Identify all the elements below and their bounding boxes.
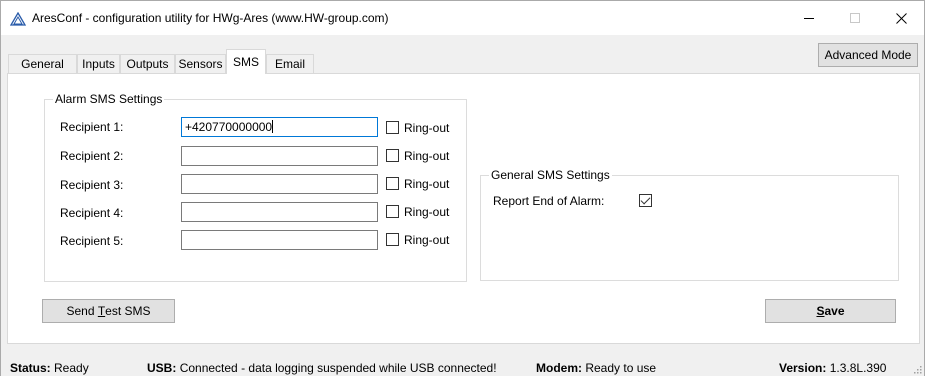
recipient-5-label: Recipient 5:: [60, 234, 124, 248]
text-caret: [272, 120, 274, 133]
maximize-button[interactable]: [832, 1, 878, 35]
recipient-4-input[interactable]: [181, 202, 378, 222]
send-test-mnemonic: T: [97, 304, 106, 318]
recipient-5-input[interactable]: [181, 230, 378, 250]
recipient-2-label: Recipient 2:: [60, 149, 124, 163]
usb-key: USB:: [147, 361, 177, 375]
version-key: Version:: [779, 361, 827, 375]
hw-group-logo-icon: [10, 12, 26, 26]
version-field: Version: 1.3.8L.390: [779, 361, 886, 375]
recipient-1-ringout-checkbox[interactable]: [386, 121, 399, 134]
report-end-of-alarm-label: Report End of Alarm:: [493, 194, 605, 208]
send-test-suffix: est SMS: [105, 304, 151, 318]
minimize-button[interactable]: [786, 1, 832, 35]
save-mnemonic: S: [816, 304, 825, 318]
recipient-1-ringout-label[interactable]: Ring-out: [404, 121, 449, 135]
recipient-4-label: Recipient 4:: [60, 206, 124, 220]
recipient-5-ringout-label[interactable]: Ring-out: [404, 233, 449, 247]
status-bar: Status: Ready USB: Connected - data logg…: [1, 358, 924, 376]
usb-value: Connected - data logging suspended while…: [179, 361, 497, 375]
title-bar: AresConf - configuration utility for HWg…: [1, 1, 924, 35]
report-end-of-alarm-checkbox[interactable]: [639, 194, 652, 207]
close-icon: [895, 12, 907, 24]
recipient-1-label: Recipient 1:: [60, 120, 124, 134]
status-key: Status:: [10, 361, 51, 375]
tab-outputs[interactable]: Outputs: [120, 54, 175, 73]
recipient-3-input[interactable]: [181, 174, 378, 194]
recipient-2-input[interactable]: [181, 146, 378, 166]
advanced-mode-button[interactable]: Advanced Mode: [818, 43, 918, 67]
recipient-3-label: Recipient 3:: [60, 178, 124, 192]
recipient-3-ringout-label[interactable]: Ring-out: [404, 177, 449, 191]
recipient-2-ringout-label[interactable]: Ring-out: [404, 149, 449, 163]
status-value: Ready: [54, 361, 89, 375]
modem-field: Modem: Ready to use: [536, 361, 656, 375]
alarm-sms-settings-label: Alarm SMS Settings: [53, 92, 165, 106]
minimize-icon: [804, 17, 814, 19]
tab-sensors[interactable]: Sensors: [175, 54, 226, 73]
general-sms-settings-label: General SMS Settings: [489, 168, 612, 182]
version-value: 1.3.8L.390: [829, 361, 887, 375]
send-test-prefix: Send: [66, 304, 98, 318]
modem-key: Modem:: [536, 361, 582, 375]
maximize-icon: [850, 13, 860, 23]
recipient-3-ringout-checkbox[interactable]: [386, 177, 399, 190]
recipient-4-ringout-label[interactable]: Ring-out: [404, 205, 449, 219]
resize-grip-icon[interactable]: [912, 364, 922, 374]
status-field: Status: Ready: [10, 361, 89, 375]
tab-sms[interactable]: SMS: [226, 49, 266, 74]
usb-field: USB: Connected - data logging suspended …: [147, 361, 497, 375]
recipient-1-input[interactable]: +420770000000: [181, 117, 378, 137]
save-suffix: ave: [824, 304, 845, 318]
recipient-1-value: +420770000000: [185, 120, 273, 134]
modem-value: Ready to use: [585, 361, 657, 375]
recipient-4-ringout-checkbox[interactable]: [386, 205, 399, 218]
save-button[interactable]: Save: [765, 299, 896, 323]
recipient-2-ringout-checkbox[interactable]: [386, 149, 399, 162]
close-button[interactable]: [878, 1, 924, 35]
tab-email[interactable]: Email: [266, 54, 314, 73]
app-window: AresConf - configuration utility for HWg…: [0, 0, 925, 376]
send-test-sms-button[interactable]: Send Test SMS: [42, 299, 175, 323]
tab-inputs[interactable]: Inputs: [77, 54, 120, 73]
recipient-5-ringout-checkbox[interactable]: [386, 233, 399, 246]
general-sms-settings-group: General SMS Settings: [480, 168, 899, 281]
window-title: AresConf - configuration utility for HWg…: [32, 11, 389, 25]
tab-general[interactable]: General: [8, 54, 77, 73]
